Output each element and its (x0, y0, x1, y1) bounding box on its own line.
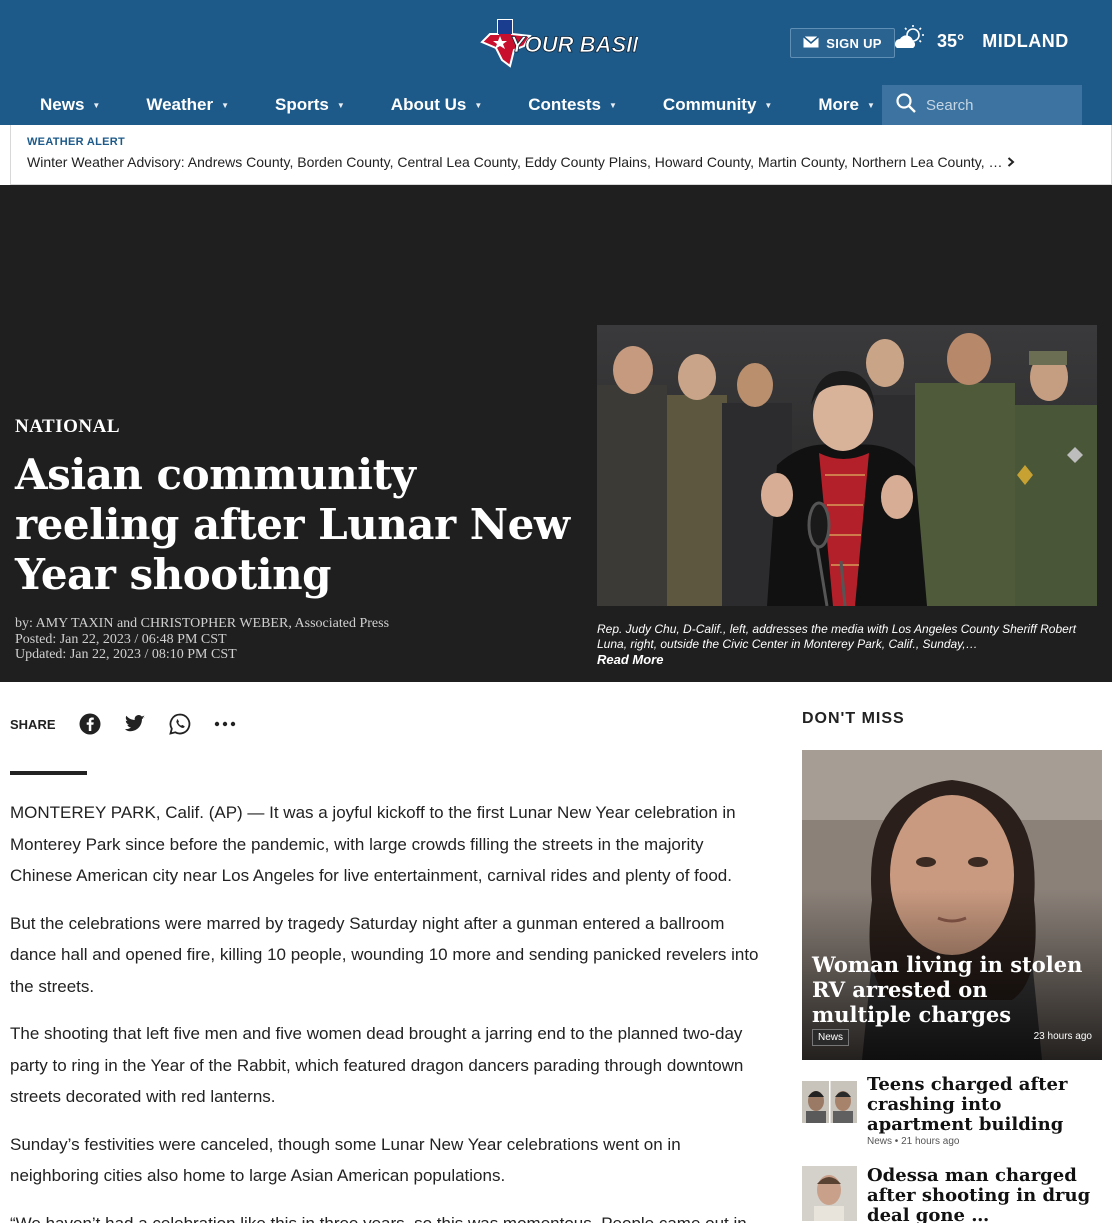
caret-down-icon: ▼ (336, 100, 345, 110)
temperature: 35° (937, 30, 965, 51)
article-hero-photo[interactable] (597, 325, 1097, 606)
article-category[interactable]: NATIONAL (15, 416, 120, 438)
article-byline: by: AMY TAXIN and CHRISTOPHER WEBER, Ass… (15, 616, 390, 631)
caret-down-icon: ▼ (866, 100, 875, 110)
dont-miss-item[interactable]: Odessa man charged after shooting in dru… (802, 1166, 1102, 1223)
featured-card-tag[interactable]: News (812, 1029, 850, 1046)
weather-alert-text[interactable]: Winter Weather Advisory: Andrews County,… (27, 154, 1095, 170)
section-divider (10, 771, 87, 775)
photo-caption-text: Rep. Judy Chu, D-Calif., left, addresses… (597, 622, 1077, 651)
chevron-right-icon (1007, 154, 1015, 170)
nav-sports[interactable]: Sports ▼ (275, 95, 345, 115)
dont-miss-item-meta: News • 21 hours ago (867, 1136, 960, 1147)
article-paragraph: The shooting that left five men and five… (10, 1024, 744, 1106)
share-bar: SHARE (10, 712, 258, 736)
article-hero: NATIONAL Asian community reeling after L… (0, 185, 1112, 682)
article-updated: Updated: Jan 22, 2023 / 08:10 PM CST (15, 647, 237, 662)
twitter-icon[interactable] (123, 712, 147, 736)
whatsapp-icon[interactable] (168, 712, 192, 736)
caret-down-icon: ▼ (764, 100, 773, 110)
sign-up-label: SIGN UP (826, 35, 882, 51)
article-posted: Posted: Jan 22, 2023 / 06:48 PM CST (15, 631, 227, 647)
article-paragraph: Sunday’s festivities were canceled, thou… (10, 1134, 681, 1186)
site-logo[interactable]: YOUR BASIN (478, 16, 650, 70)
nav-label: Weather (146, 95, 214, 114)
weather-alert-message: Winter Weather Advisory: Andrews County,… (27, 154, 1003, 170)
site-header: YOUR BASIN SIGN UP 35° MIDLAND News ▼ Wea… (0, 0, 1112, 125)
caret-down-icon: ▼ (92, 100, 101, 110)
caret-down-icon: ▼ (221, 100, 230, 110)
city-name: MIDLAND (982, 30, 1069, 51)
featured-card-title[interactable]: Woman living in stolen RV arrested on mu… (812, 952, 1092, 1027)
article-headline: Asian community reeling after Lunar New … (15, 450, 570, 599)
read-more-link[interactable]: Read More (597, 652, 1097, 667)
sign-up-button[interactable]: SIGN UP (790, 28, 895, 58)
article-body: MONTEREY PARK, Calif. (AP) — It was a jo… (10, 797, 770, 1223)
nav-label: About Us (390, 95, 467, 114)
nav-label: Sports (275, 95, 329, 114)
dont-miss-item-title[interactable]: Odessa man charged after shooting in dru… (867, 1166, 1102, 1223)
dont-miss-heading: DON'T MISS (802, 710, 905, 727)
facebook-icon[interactable] (78, 712, 102, 736)
weather-alert-banner[interactable]: WEATHER ALERT Winter Weather Advisory: A… (10, 125, 1112, 185)
nav-label: News (40, 95, 85, 114)
alert-gutter (0, 125, 10, 185)
nav-contests[interactable]: Contests ▼ (528, 95, 617, 115)
article-byline-block: by: AMY TAXIN and CHRISTOPHER WEBER, Ass… (15, 616, 389, 663)
nav-news[interactable]: News ▼ (40, 95, 100, 115)
nav-more[interactable]: More ▼ (818, 95, 875, 115)
nav-community[interactable]: Community ▼ (663, 95, 772, 115)
caret-down-icon: ▼ (609, 100, 617, 110)
weather-alert-title: WEATHER ALERT (27, 136, 126, 148)
partly-cloudy-icon (893, 24, 927, 59)
more-options-icon[interactable] (213, 712, 237, 736)
dont-miss-thumbnail[interactable] (802, 1166, 857, 1221)
search-input[interactable] (926, 96, 1066, 114)
dont-miss-item-title[interactable]: Teens charged after crashing into apartm… (867, 1075, 1102, 1135)
nav-label: Community (662, 95, 757, 114)
article-paragraph: MONTEREY PARK, Calif. (AP) — It was a jo… (10, 803, 736, 885)
mail-icon (803, 35, 820, 51)
article-paragraph: But the celebrations were marred by trag… (10, 913, 759, 996)
nav-about-us[interactable]: About Us ▼ (391, 95, 482, 115)
main-nav: News ▼ Weather ▼ Sports ▼ About Us ▼ Contest… (0, 85, 880, 125)
dont-miss-item[interactable]: Teens charged after crashing into apartm… (802, 1075, 1102, 1150)
dont-miss-thumbnail[interactable] (802, 1081, 857, 1123)
nav-label: Contests (528, 95, 601, 114)
search-box[interactable] (882, 85, 1082, 125)
article-paragraph: “We haven’t had a celebration like this … (10, 1213, 747, 1223)
nav-weather[interactable]: Weather ▼ (146, 95, 229, 115)
nav-label: More (818, 95, 859, 114)
search-icon[interactable] (896, 92, 916, 118)
share-label: SHARE (10, 716, 56, 732)
current-weather[interactable]: 35° MIDLAND (893, 18, 1069, 64)
featured-card-time: 23 hours ago (1033, 1031, 1092, 1042)
dont-miss-featured-card[interactable]: Woman living in stolen RV arrested on mu… (802, 750, 1102, 1060)
photo-caption: Rep. Judy Chu, D-Calif., left, addresses… (597, 622, 1097, 667)
caret-down-icon: ▼ (474, 100, 483, 110)
logo-text: YOUR BASIN (510, 32, 638, 57)
